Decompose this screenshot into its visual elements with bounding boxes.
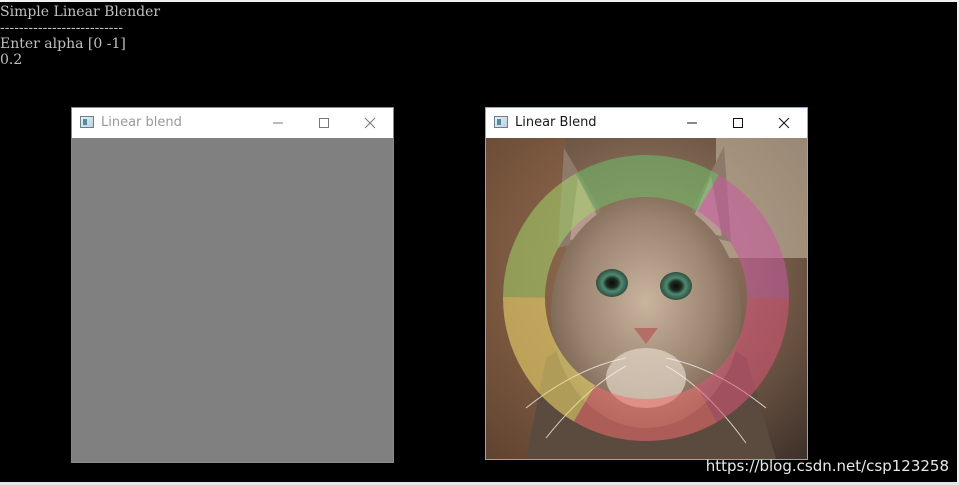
window-linear-blend-right[interactable]: Linear Blend [486,108,807,459]
minimize-icon [687,122,697,124]
cat-eye-right [660,272,692,300]
close-button[interactable] [761,108,807,138]
console-line-1: Simple Linear Blender [0,4,161,20]
close-button[interactable] [347,108,393,138]
blended-image [486,138,807,459]
close-icon [778,117,790,129]
image-canvas-gray [72,138,393,462]
minimize-button[interactable] [669,108,715,138]
app-icon [494,116,508,128]
app-icon [80,116,94,128]
blended-image-canvas [486,138,807,459]
maximize-button[interactable] [715,108,761,138]
console-line-2: -------------------------- [0,20,123,36]
titlebar[interactable]: Linear Blend [486,108,807,138]
watermark: https://blog.csdn.net/csp123258 [705,457,949,475]
cat-eye-left [596,269,628,297]
window-linear-blend-left[interactable]: Linear blend [72,108,393,462]
window-title: Linear Blend [515,115,597,130]
maximize-icon [319,118,329,128]
minimize-button[interactable] [255,108,301,138]
titlebar[interactable]: Linear blend [72,108,393,138]
window-title: Linear blend [101,115,182,130]
top-edge [0,0,959,2]
maximize-icon [733,118,743,128]
console-line-3: Enter alpha [0 -1] [0,36,126,52]
console-line-4: 0.2 [0,52,23,68]
maximize-button[interactable] [301,108,347,138]
minimize-icon [273,122,283,124]
close-icon [364,117,376,129]
